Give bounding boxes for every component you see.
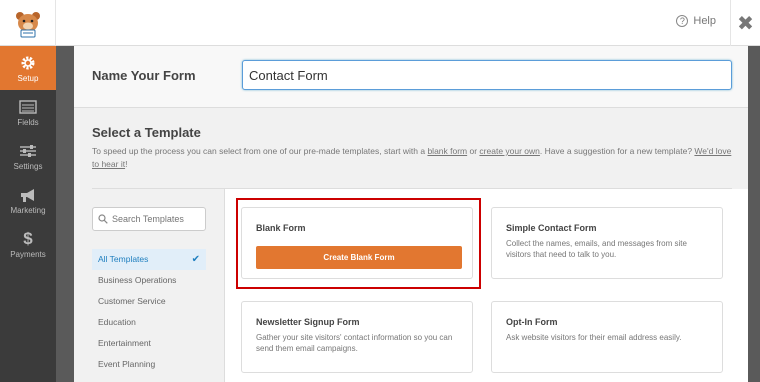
search-input[interactable] — [112, 214, 202, 224]
card-description: Gather your site visitors' contact infor… — [256, 333, 453, 353]
form-name-input[interactable] — [242, 60, 732, 90]
builder-sidebar: Setup Fields Settings Marketing $ Paymen… — [0, 46, 56, 382]
blank-form-link[interactable]: blank form — [427, 146, 467, 156]
description-text: To speed up the process you can select f… — [92, 146, 428, 156]
category-label: Business Operations — [98, 275, 177, 285]
search-icon — [98, 214, 108, 224]
select-template-heading: Select a Template — [92, 125, 201, 140]
description-text: ! — [125, 159, 128, 169]
panel-gutter-right — [748, 46, 760, 382]
wpforms-logo — [0, 0, 56, 46]
sidebar-item-label: Fields — [17, 117, 39, 127]
checkmark-icon: ✔ — [191, 254, 200, 265]
category-label: Entertainment — [98, 338, 151, 348]
panel-gutter — [56, 46, 74, 382]
sliders-icon — [19, 142, 37, 160]
megaphone-icon — [19, 186, 37, 204]
sidebar-item-label: Settings — [13, 161, 43, 171]
description-text: . Have a suggestion for a new template? — [539, 146, 695, 156]
category-label: Event Planning — [98, 359, 156, 369]
dollar-icon: $ — [23, 228, 33, 248]
card-title: Newsletter Signup Form — [256, 317, 360, 327]
sidebar-item-label: Setup — [17, 73, 39, 83]
card-description: Ask website visitors for their email add… — [506, 333, 682, 342]
card-title: Simple Contact Form — [506, 223, 597, 233]
template-categories: All Templates ✔ Business Operations Cust… — [74, 189, 224, 382]
category-label: All Templates — [98, 254, 149, 264]
template-description: To speed up the process you can select f… — [92, 145, 737, 171]
template-card-newsletter-signup-form[interactable]: Newsletter Signup Form Gather your site … — [241, 301, 473, 373]
sidebar-item-fields[interactable]: Fields — [0, 90, 56, 134]
help-label: Help — [693, 15, 716, 27]
form-name-label: Name Your Form — [92, 68, 196, 83]
sidebar-item-setup[interactable]: Setup — [0, 46, 56, 90]
top-bar: ? Help ✖ — [0, 0, 760, 46]
category-label: Customer Service — [98, 296, 166, 306]
help-link[interactable]: ? Help — [676, 15, 716, 27]
bear-mascot-icon — [15, 12, 40, 38]
fields-icon — [19, 98, 37, 116]
create-your-own-link[interactable]: create your own — [479, 146, 539, 156]
category-event-planning[interactable]: Event Planning — [92, 354, 206, 375]
card-description: Collect the names, emails, and messages … — [506, 239, 687, 259]
sidebar-item-marketing[interactable]: Marketing — [0, 178, 56, 222]
category-entertainment[interactable]: Entertainment — [92, 333, 206, 354]
category-business-operations[interactable]: Business Operations — [92, 270, 206, 291]
category-customer-service[interactable]: Customer Service — [92, 291, 206, 312]
template-card-opt-in-form[interactable]: Opt-In Form Ask website visitors for the… — [491, 301, 723, 373]
gear-icon — [20, 54, 36, 72]
category-all-templates[interactable]: All Templates ✔ — [92, 249, 206, 270]
category-education[interactable]: Education — [92, 312, 206, 333]
close-button[interactable]: ✖ — [730, 0, 760, 46]
category-label: Education — [98, 317, 136, 327]
annotation-highlight-box — [236, 198, 481, 289]
card-title: Opt-In Form — [506, 317, 558, 327]
category-list: All Templates ✔ Business Operations Cust… — [92, 249, 206, 375]
sidebar-item-label: Payments — [10, 249, 46, 259]
sidebar-item-label: Marketing — [10, 205, 46, 215]
template-search[interactable] — [92, 207, 206, 231]
description-text: or — [467, 146, 480, 156]
sidebar-item-settings[interactable]: Settings — [0, 134, 56, 178]
question-circle-icon: ? — [676, 15, 689, 27]
template-card-simple-contact-form[interactable]: Simple Contact Form Collect the names, e… — [491, 207, 723, 279]
close-icon: ✖ — [737, 12, 754, 35]
sidebar-item-payments[interactable]: $ Payments — [0, 222, 56, 266]
form-name-section: Name Your Form — [74, 46, 748, 108]
